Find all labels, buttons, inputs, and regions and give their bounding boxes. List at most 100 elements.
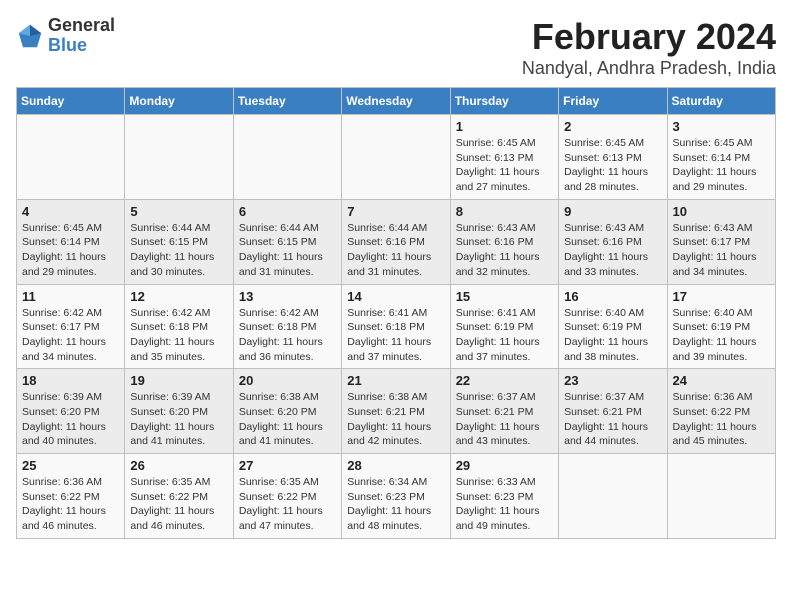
day-info: Sunrise: 6:40 AM Sunset: 6:19 PM Dayligh… bbox=[564, 306, 661, 365]
calendar-week-row: 25 Sunrise: 6:36 AM Sunset: 6:22 PM Dayli… bbox=[17, 454, 776, 539]
day-info: Sunrise: 6:45 AM Sunset: 6:14 PM Dayligh… bbox=[22, 221, 119, 280]
calendar-header-wednesday: Wednesday bbox=[342, 88, 450, 115]
day-info: Sunrise: 6:38 AM Sunset: 6:21 PM Dayligh… bbox=[347, 390, 444, 449]
calendar-cell: 19 Sunrise: 6:39 AM Sunset: 6:20 PM Dayli… bbox=[125, 369, 233, 454]
calendar-week-row: 1 Sunrise: 6:45 AM Sunset: 6:13 PM Daylig… bbox=[17, 115, 776, 200]
logo-blue: Blue bbox=[48, 35, 87, 55]
calendar-cell bbox=[559, 454, 667, 539]
day-number: 22 bbox=[456, 373, 553, 388]
day-info: Sunrise: 6:44 AM Sunset: 6:16 PM Dayligh… bbox=[347, 221, 444, 280]
month-title: February 2024 bbox=[522, 16, 776, 58]
day-info: Sunrise: 6:45 AM Sunset: 6:13 PM Dayligh… bbox=[564, 136, 661, 195]
day-info: Sunrise: 6:33 AM Sunset: 6:23 PM Dayligh… bbox=[456, 475, 553, 534]
day-info: Sunrise: 6:42 AM Sunset: 6:18 PM Dayligh… bbox=[239, 306, 336, 365]
day-number: 16 bbox=[564, 289, 661, 304]
calendar-cell bbox=[233, 115, 341, 200]
day-number: 27 bbox=[239, 458, 336, 473]
day-info: Sunrise: 6:39 AM Sunset: 6:20 PM Dayligh… bbox=[22, 390, 119, 449]
day-info: Sunrise: 6:37 AM Sunset: 6:21 PM Dayligh… bbox=[456, 390, 553, 449]
calendar-cell bbox=[125, 115, 233, 200]
calendar-table: SundayMondayTuesdayWednesdayThursdayFrid… bbox=[16, 87, 776, 539]
day-info: Sunrise: 6:41 AM Sunset: 6:18 PM Dayligh… bbox=[347, 306, 444, 365]
day-info: Sunrise: 6:35 AM Sunset: 6:22 PM Dayligh… bbox=[130, 475, 227, 534]
calendar-header-thursday: Thursday bbox=[450, 88, 558, 115]
day-info: Sunrise: 6:36 AM Sunset: 6:22 PM Dayligh… bbox=[22, 475, 119, 534]
calendar-cell bbox=[667, 454, 775, 539]
calendar-cell: 26 Sunrise: 6:35 AM Sunset: 6:22 PM Dayli… bbox=[125, 454, 233, 539]
day-info: Sunrise: 6:44 AM Sunset: 6:15 PM Dayligh… bbox=[130, 221, 227, 280]
title-section: February 2024 Nandyal, Andhra Pradesh, I… bbox=[522, 16, 776, 79]
calendar-cell: 6 Sunrise: 6:44 AM Sunset: 6:15 PM Daylig… bbox=[233, 199, 341, 284]
day-info: Sunrise: 6:43 AM Sunset: 6:16 PM Dayligh… bbox=[564, 221, 661, 280]
day-number: 28 bbox=[347, 458, 444, 473]
day-info: Sunrise: 6:40 AM Sunset: 6:19 PM Dayligh… bbox=[673, 306, 770, 365]
calendar-cell: 1 Sunrise: 6:45 AM Sunset: 6:13 PM Daylig… bbox=[450, 115, 558, 200]
day-info: Sunrise: 6:38 AM Sunset: 6:20 PM Dayligh… bbox=[239, 390, 336, 449]
day-number: 23 bbox=[564, 373, 661, 388]
day-info: Sunrise: 6:43 AM Sunset: 6:17 PM Dayligh… bbox=[673, 221, 770, 280]
day-number: 8 bbox=[456, 204, 553, 219]
calendar-cell: 12 Sunrise: 6:42 AM Sunset: 6:18 PM Dayli… bbox=[125, 284, 233, 369]
calendar-cell: 16 Sunrise: 6:40 AM Sunset: 6:19 PM Dayli… bbox=[559, 284, 667, 369]
day-number: 2 bbox=[564, 119, 661, 134]
day-info: Sunrise: 6:43 AM Sunset: 6:16 PM Dayligh… bbox=[456, 221, 553, 280]
day-number: 1 bbox=[456, 119, 553, 134]
day-number: 18 bbox=[22, 373, 119, 388]
day-number: 19 bbox=[130, 373, 227, 388]
calendar-header-friday: Friday bbox=[559, 88, 667, 115]
day-number: 25 bbox=[22, 458, 119, 473]
location-title: Nandyal, Andhra Pradesh, India bbox=[522, 58, 776, 79]
day-number: 26 bbox=[130, 458, 227, 473]
calendar-cell: 23 Sunrise: 6:37 AM Sunset: 6:21 PM Dayli… bbox=[559, 369, 667, 454]
day-info: Sunrise: 6:42 AM Sunset: 6:18 PM Dayligh… bbox=[130, 306, 227, 365]
calendar-week-row: 11Sunrise: 6:42 AM Sunset: 6:17 PM Dayli… bbox=[17, 284, 776, 369]
calendar-cell: 2 Sunrise: 6:45 AM Sunset: 6:13 PM Daylig… bbox=[559, 115, 667, 200]
day-info: Sunrise: 6:34 AM Sunset: 6:23 PM Dayligh… bbox=[347, 475, 444, 534]
day-info: Sunrise: 6:45 AM Sunset: 6:14 PM Dayligh… bbox=[673, 136, 770, 195]
day-info: Sunrise: 6:39 AM Sunset: 6:20 PM Dayligh… bbox=[130, 390, 227, 449]
day-number: 12 bbox=[130, 289, 227, 304]
calendar-week-row: 18 Sunrise: 6:39 AM Sunset: 6:20 PM Dayli… bbox=[17, 369, 776, 454]
day-number: 21 bbox=[347, 373, 444, 388]
calendar-cell: 13 Sunrise: 6:42 AM Sunset: 6:18 PM Dayli… bbox=[233, 284, 341, 369]
calendar-cell: 15 Sunrise: 6:41 AM Sunset: 6:19 PM Dayli… bbox=[450, 284, 558, 369]
day-info: Sunrise: 6:45 AM Sunset: 6:13 PM Dayligh… bbox=[456, 136, 553, 195]
day-info: Sunrise: 6:41 AM Sunset: 6:19 PM Dayligh… bbox=[456, 306, 553, 365]
day-number: 20 bbox=[239, 373, 336, 388]
calendar-cell: 9 Sunrise: 6:43 AM Sunset: 6:16 PM Daylig… bbox=[559, 199, 667, 284]
calendar-cell: 22 Sunrise: 6:37 AM Sunset: 6:21 PM Dayli… bbox=[450, 369, 558, 454]
logo-icon bbox=[16, 22, 44, 50]
day-number: 29 bbox=[456, 458, 553, 473]
day-number: 3 bbox=[673, 119, 770, 134]
calendar-cell: 4Sunrise: 6:45 AM Sunset: 6:14 PM Daylig… bbox=[17, 199, 125, 284]
header: General Blue February 2024 Nandyal, Andh… bbox=[16, 16, 776, 79]
calendar-cell: 20 Sunrise: 6:38 AM Sunset: 6:20 PM Dayli… bbox=[233, 369, 341, 454]
day-number: 15 bbox=[456, 289, 553, 304]
calendar-cell: 24 Sunrise: 6:36 AM Sunset: 6:22 PM Dayli… bbox=[667, 369, 775, 454]
day-number: 13 bbox=[239, 289, 336, 304]
logo: General Blue bbox=[16, 16, 115, 56]
day-number: 6 bbox=[239, 204, 336, 219]
calendar-cell: 3 Sunrise: 6:45 AM Sunset: 6:14 PM Daylig… bbox=[667, 115, 775, 200]
day-number: 9 bbox=[564, 204, 661, 219]
calendar-header-sunday: Sunday bbox=[17, 88, 125, 115]
calendar-cell bbox=[342, 115, 450, 200]
day-number: 14 bbox=[347, 289, 444, 304]
day-info: Sunrise: 6:36 AM Sunset: 6:22 PM Dayligh… bbox=[673, 390, 770, 449]
calendar-header-tuesday: Tuesday bbox=[233, 88, 341, 115]
calendar-cell: 25 Sunrise: 6:36 AM Sunset: 6:22 PM Dayli… bbox=[17, 454, 125, 539]
calendar-cell: 11Sunrise: 6:42 AM Sunset: 6:17 PM Dayli… bbox=[17, 284, 125, 369]
calendar-header-row: SundayMondayTuesdayWednesdayThursdayFrid… bbox=[17, 88, 776, 115]
calendar-cell bbox=[17, 115, 125, 200]
day-number: 10 bbox=[673, 204, 770, 219]
calendar-cell: 5Sunrise: 6:44 AM Sunset: 6:15 PM Daylig… bbox=[125, 199, 233, 284]
calendar-body: 1 Sunrise: 6:45 AM Sunset: 6:13 PM Daylig… bbox=[17, 115, 776, 539]
calendar-cell: 21 Sunrise: 6:38 AM Sunset: 6:21 PM Dayli… bbox=[342, 369, 450, 454]
calendar-cell: 14 Sunrise: 6:41 AM Sunset: 6:18 PM Dayli… bbox=[342, 284, 450, 369]
day-info: Sunrise: 6:44 AM Sunset: 6:15 PM Dayligh… bbox=[239, 221, 336, 280]
day-number: 17 bbox=[673, 289, 770, 304]
day-number: 24 bbox=[673, 373, 770, 388]
day-info: Sunrise: 6:37 AM Sunset: 6:21 PM Dayligh… bbox=[564, 390, 661, 449]
calendar-cell: 10 Sunrise: 6:43 AM Sunset: 6:17 PM Dayli… bbox=[667, 199, 775, 284]
day-number: 11 bbox=[22, 289, 119, 304]
